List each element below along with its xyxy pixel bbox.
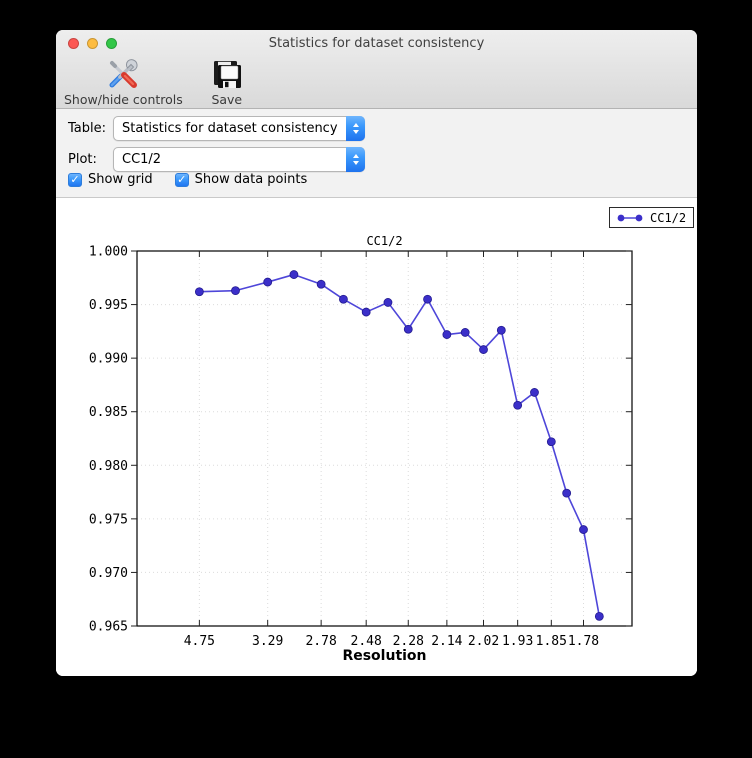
data-point [263, 277, 273, 287]
y-tick-label: 0.995 [89, 298, 128, 313]
data-point [496, 325, 506, 335]
save-button[interactable]: Save [209, 58, 245, 107]
save-label: Save [211, 92, 243, 107]
x-tick-label: 2.28 [393, 634, 424, 649]
data-point [339, 294, 348, 304]
table-dropdown[interactable]: Statistics for dataset consistency [113, 116, 365, 141]
data-point [562, 488, 572, 498]
titlebar[interactable]: Statistics for dataset consistency [56, 30, 697, 58]
data-point [361, 307, 371, 317]
floppy-disk-icon [209, 58, 245, 91]
show-data-points-option[interactable]: ✓ Show data points [174, 172, 308, 187]
app-window: Statistics for dataset consistency Show/… [56, 30, 697, 676]
table-row: Table: Statistics for dataset consistenc… [68, 116, 365, 141]
x-tick-label: 2.48 [351, 634, 382, 649]
data-point [579, 525, 588, 534]
data-point [479, 345, 488, 354]
controls-panel: Table: Statistics for dataset consistenc… [56, 109, 697, 198]
data-point [460, 328, 470, 337]
data-point [383, 298, 393, 307]
y-tick-label: 0.970 [89, 566, 128, 581]
data-point [513, 400, 523, 410]
data-point [289, 270, 299, 279]
plot-dropdown[interactable]: CC1/2 [113, 147, 365, 172]
data-point [546, 437, 556, 447]
tools-icon [105, 58, 141, 91]
data-point [403, 324, 413, 334]
table-label: Table: [68, 121, 106, 136]
data-point [530, 388, 539, 397]
data-point [594, 611, 604, 621]
plot-dropdown-value: CC1/2 [122, 152, 162, 167]
show-grid-option[interactable]: ✓ Show grid [68, 172, 153, 187]
plot-label: Plot: [68, 152, 97, 167]
y-tick-label: 0.990 [89, 352, 128, 367]
x-axis-label: Resolution [342, 648, 426, 664]
y-tick-label: 0.980 [89, 459, 128, 474]
x-tick-label: 3.29 [252, 634, 283, 649]
show-data-points-checkbox[interactable]: ✓ [174, 172, 189, 187]
y-tick-label: 1.000 [89, 245, 128, 260]
plot-frame [136, 250, 633, 627]
x-tick-label: 2.14 [431, 634, 462, 649]
legend-label: CC1/2 [650, 210, 687, 225]
data-point [231, 286, 240, 296]
chart-area: 1.000 0.995 0.990 0.985 0.980 0.975 0.970 0.965… [56, 198, 697, 676]
x-tick-label: 1.85 [536, 634, 567, 649]
data-point [194, 287, 204, 297]
dropdown-stepper-icon [346, 116, 365, 141]
plot-row: Plot: CC1/2 [68, 147, 365, 172]
show-hide-controls-button[interactable]: Show/hide controls [64, 58, 183, 107]
x-tick-label: 2.02 [468, 634, 499, 649]
show-data-points-label: Show data points [194, 172, 308, 187]
show-hide-controls-label: Show/hide controls [64, 92, 183, 107]
window-chrome: Statistics for dataset consistency Show/… [56, 30, 697, 109]
toolbar: Show/hide controls Save [64, 58, 245, 109]
y-tick-label: 0.985 [89, 405, 128, 420]
y-tick-label: 0.975 [89, 512, 128, 527]
dropdown-stepper-icon [346, 147, 365, 172]
chart-legend: CC1/2 [609, 207, 695, 228]
data-point [442, 330, 452, 339]
series-line [199, 273, 601, 617]
x-tick-label: 2.78 [305, 634, 336, 649]
cc-half-line-chart: 1.000 0.995 0.990 0.985 0.980 0.975 0.970 0.965… [89, 234, 633, 664]
chart-title: CC1/2 [366, 234, 402, 248]
data-point [423, 294, 432, 304]
show-grid-label: Show grid [88, 172, 153, 187]
x-tick-label: 1.93 [502, 634, 533, 649]
y-tick-label: 0.965 [89, 620, 128, 635]
desktop-background: Statistics for dataset consistency Show/… [0, 0, 752, 758]
checkbox-row: ✓ Show grid ✓ Show data points [68, 172, 307, 187]
x-tick-label: 1.78 [568, 634, 599, 649]
data-point [316, 279, 326, 289]
x-tick-label: 4.75 [184, 634, 215, 649]
show-grid-checkbox[interactable]: ✓ [68, 172, 82, 187]
table-dropdown-value: Statistics for dataset consistency [122, 121, 338, 136]
legend-line-sample [617, 214, 643, 221]
window-title: Statistics for dataset consistency [268, 36, 485, 51]
